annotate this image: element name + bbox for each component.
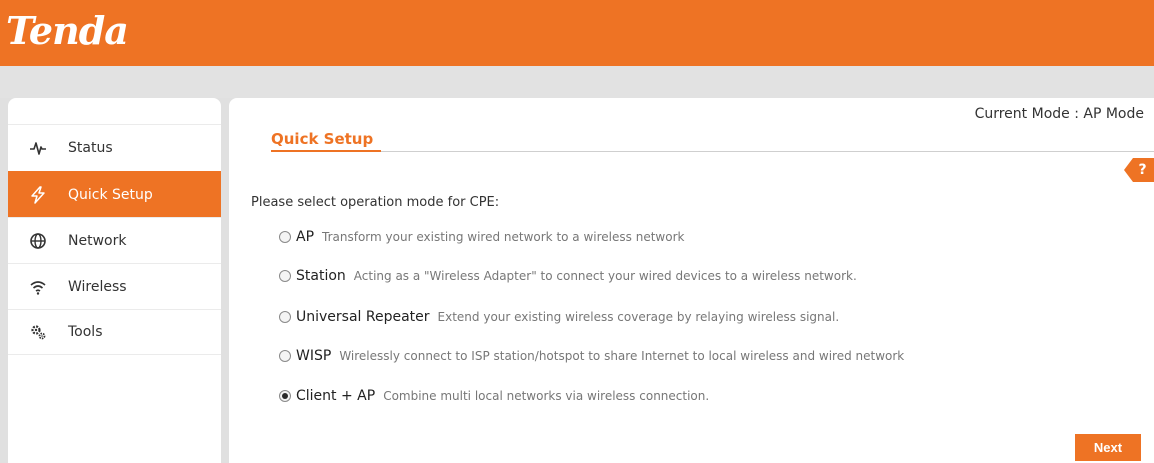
- radio-client-ap[interactable]: [279, 390, 291, 402]
- radio-universal-repeater[interactable]: [279, 311, 291, 323]
- help-button[interactable]: ?: [1124, 158, 1154, 182]
- option-description: Acting as a "Wireless Adapter" to connec…: [353, 269, 857, 283]
- sidebar-item-status[interactable]: Status: [8, 124, 221, 170]
- sidebar-item-tools[interactable]: Tools: [8, 309, 221, 355]
- mode-option-universal-repeater[interactable]: Universal Repeater Extend your existing …: [279, 307, 839, 327]
- wifi-icon: [8, 278, 68, 296]
- mode-option-client-ap[interactable]: Client + AP Combine multi local networks…: [279, 386, 709, 406]
- sidebar-item-network[interactable]: Network: [8, 217, 221, 263]
- radio-ap[interactable]: [279, 231, 291, 243]
- option-description: Extend your existing wireless coverage b…: [437, 310, 840, 324]
- title-divider: [271, 151, 1154, 152]
- option-description: Transform your existing wired network to…: [322, 230, 685, 244]
- mode-option-wisp[interactable]: WISP Wirelessly connect to ISP station/h…: [279, 346, 904, 366]
- current-mode-label: Current Mode : AP Mode: [974, 106, 1144, 122]
- next-button[interactable]: Next: [1075, 434, 1141, 461]
- option-label: Universal Repeater: [296, 309, 430, 325]
- sidebar-item-label: Status: [68, 139, 113, 156]
- option-label: WISP: [296, 348, 332, 364]
- sidebar-item-quick-setup[interactable]: Quick Setup: [8, 171, 221, 217]
- title-underline: [271, 150, 381, 152]
- pulse-icon: [8, 139, 68, 157]
- option-description: Wirelessly connect to ISP station/hotspo…: [339, 349, 905, 363]
- main-panel: Current Mode : AP Mode Quick Setup ? Ple…: [229, 98, 1154, 463]
- radio-station[interactable]: [279, 270, 291, 282]
- sidebar-item-label: Wireless: [68, 278, 127, 295]
- mode-option-ap[interactable]: AP Transform your existing wired network…: [279, 227, 684, 247]
- radio-wisp[interactable]: [279, 350, 291, 362]
- gears-icon: [8, 323, 68, 341]
- sidebar: Status Quick Setup Network Wireless Tool…: [8, 98, 221, 463]
- sidebar-item-label: Network: [68, 232, 127, 249]
- sidebar-item-wireless[interactable]: Wireless: [8, 263, 221, 309]
- globe-icon: [8, 232, 68, 250]
- sidebar-item-label: Quick Setup: [68, 186, 153, 203]
- option-label: AP: [296, 229, 315, 245]
- option-label: Station: [296, 268, 346, 284]
- mode-prompt: Please select operation mode for CPE:: [251, 195, 500, 210]
- option-description: Combine multi local networks via wireles…: [383, 389, 710, 403]
- header-spacer: [0, 66, 1154, 98]
- page-title: Quick Setup: [271, 130, 374, 148]
- sidebar-item-label: Tools: [68, 324, 103, 340]
- header-bar: Tenda: [0, 0, 1154, 66]
- lightning-icon: [8, 185, 68, 204]
- mode-option-station[interactable]: Station Acting as a "Wireless Adapter" t…: [279, 266, 857, 286]
- tenda-logo: Tenda: [6, 8, 129, 53]
- option-label: Client + AP: [296, 388, 376, 404]
